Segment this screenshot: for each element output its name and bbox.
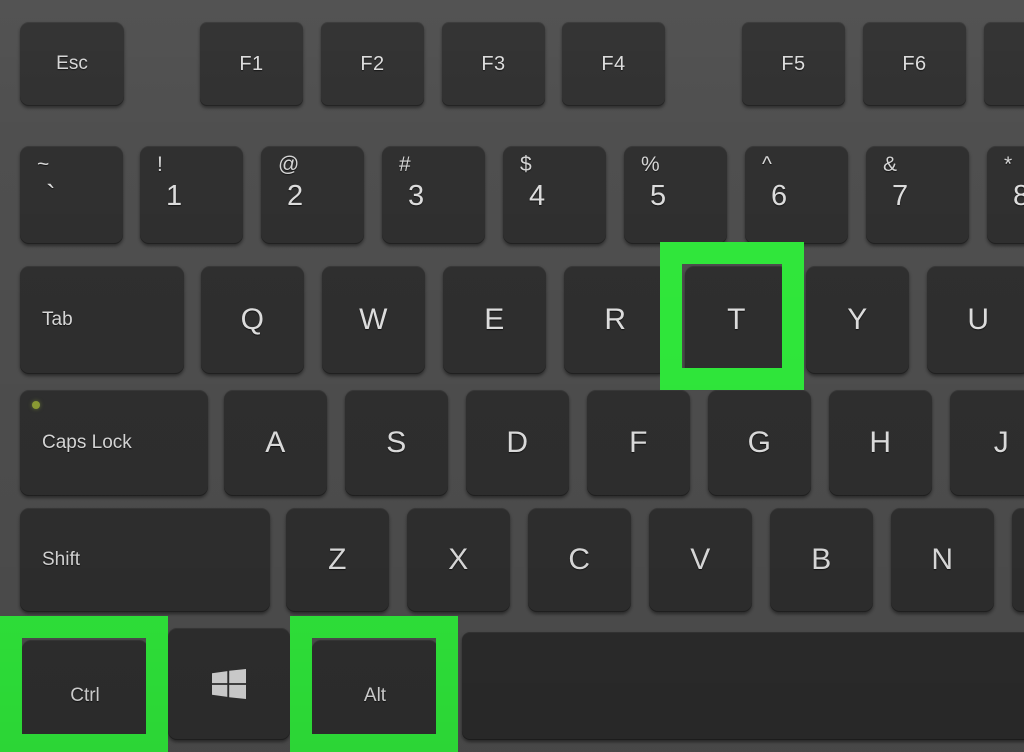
key-n[interactable]: N: [891, 508, 994, 612]
key-legend: Shift: [42, 549, 81, 570]
key-tab[interactable]: Tab: [20, 266, 184, 374]
key-legend: [1012, 508, 1024, 612]
key-g[interactable]: G: [708, 390, 811, 496]
key-legend-primary: 7: [892, 180, 909, 212]
key-digit-3[interactable]: #3: [382, 146, 485, 244]
key-a[interactable]: A: [224, 390, 327, 496]
key-legend-primary: 1: [166, 180, 183, 212]
key-digit-5[interactable]: % 5: [624, 146, 727, 244]
key-legend-primary: 8: [1013, 180, 1024, 212]
key-shift[interactable]: Shift: [20, 508, 270, 612]
key-legend: Alt: [363, 685, 387, 706]
windows-logo-icon: [212, 669, 246, 699]
key-ctrl[interactable]: Ctrl: [22, 640, 148, 752]
key-legend-shift: &: [883, 153, 898, 176]
key-b[interactable]: B: [770, 508, 873, 612]
key-s[interactable]: S: [345, 390, 448, 496]
key-digit-7[interactable]: & 7: [866, 146, 969, 244]
key-win[interactable]: [168, 628, 290, 740]
key-d[interactable]: D: [466, 390, 569, 496]
key-legend: Tab: [42, 309, 73, 330]
key-legend-primary: `: [46, 180, 56, 212]
key-digit-4[interactable]: $4: [503, 146, 606, 244]
key-legend: Caps Lock: [42, 432, 132, 453]
key-f2[interactable]: F2: [321, 22, 424, 106]
key-legend-primary: 3: [408, 180, 425, 212]
key-x[interactable]: X: [407, 508, 510, 612]
key-y[interactable]: Y: [806, 266, 909, 374]
key-esc[interactable]: Esc: [20, 22, 124, 106]
key-legend: Z: [328, 543, 347, 576]
key-legend-primary: 5: [650, 180, 667, 212]
key-legend-primary: 6: [771, 180, 788, 212]
key-e[interactable]: E: [443, 266, 546, 374]
key-legend-shift: *: [1004, 153, 1013, 176]
key-legend: W: [359, 303, 388, 336]
key-legend: Y: [847, 303, 868, 336]
key-digit-8[interactable]: * 8: [987, 146, 1024, 244]
key-legend: A: [265, 426, 286, 459]
key-legend: G: [747, 426, 772, 459]
key-t[interactable]: T: [685, 266, 788, 374]
key-f4[interactable]: F4: [562, 22, 665, 106]
key-f[interactable]: F: [587, 390, 690, 496]
key-v[interactable]: V: [649, 508, 752, 612]
key-f5[interactable]: F5: [742, 22, 845, 106]
key-legend: F4: [601, 52, 626, 75]
key-alt[interactable]: Alt: [312, 640, 438, 752]
key-r[interactable]: R: [564, 266, 667, 374]
key-space[interactable]: [462, 632, 1024, 740]
key-legend: F2: [360, 52, 385, 75]
key-legend: F5: [781, 52, 806, 75]
key-legend: F6: [902, 52, 927, 75]
key-digit-1[interactable]: ! 1: [140, 146, 243, 244]
key-q[interactable]: Q: [201, 266, 304, 374]
key-legend: Q: [240, 303, 265, 336]
key-legend-shift: $: [520, 153, 532, 176]
key-legend: C: [568, 543, 591, 576]
key-legend: F3: [481, 52, 506, 75]
key-backtick[interactable]: ~ `: [20, 146, 123, 244]
key-z[interactable]: Z: [286, 508, 389, 612]
key-f7[interactable]: [984, 22, 1024, 106]
key-legend-shift: ^: [762, 153, 772, 176]
key-legend: J: [993, 426, 1010, 459]
key-legend-shift: !: [157, 153, 163, 176]
key-j[interactable]: J: [950, 390, 1024, 496]
key-legend: B: [811, 543, 832, 576]
key-f1[interactable]: F1: [200, 22, 303, 106]
key-c[interactable]: C: [528, 508, 631, 612]
key-legend: S: [386, 426, 407, 459]
key-digit-6[interactable]: ^ 6: [745, 146, 848, 244]
key-legend: H: [869, 426, 892, 459]
key-u[interactable]: U: [927, 266, 1024, 374]
key-legend: Esc: [56, 53, 88, 74]
key-legend: X: [448, 543, 469, 576]
key-legend: T: [727, 303, 746, 336]
key-legend: F: [629, 426, 648, 459]
key-legend: V: [690, 543, 711, 576]
key-legend-shift: #: [399, 153, 411, 176]
key-legend: D: [506, 426, 529, 459]
key-caps-lock[interactable]: Caps Lock: [20, 390, 208, 496]
key-legend-shift: %: [641, 153, 660, 176]
key-f6[interactable]: F6: [863, 22, 966, 106]
key-legend-shift: @: [278, 153, 300, 176]
key-legend: Ctrl: [70, 685, 100, 706]
keyboard: Esc F1 F2 F3 F4 F5 F6 ~ `! 1 @2 #3 $4% 5 ^ 6 & 7 * 8 Tab Q W E R…: [0, 0, 1024, 752]
key-m[interactable]: [1012, 508, 1024, 612]
key-legend: E: [484, 303, 505, 336]
key-legend: F1: [239, 52, 264, 75]
key-legend: N: [931, 543, 954, 576]
key-f3[interactable]: F3: [442, 22, 545, 106]
key-legend-primary: 2: [287, 180, 304, 212]
key-digit-2[interactable]: @2: [261, 146, 364, 244]
key-legend: R: [604, 303, 627, 336]
key-legend: U: [967, 303, 990, 336]
key-w[interactable]: W: [322, 266, 425, 374]
key-legend: [984, 22, 1024, 106]
key-legend-primary: 4: [529, 180, 546, 212]
key-legend-shift: ~: [37, 153, 50, 176]
key-h[interactable]: H: [829, 390, 932, 496]
